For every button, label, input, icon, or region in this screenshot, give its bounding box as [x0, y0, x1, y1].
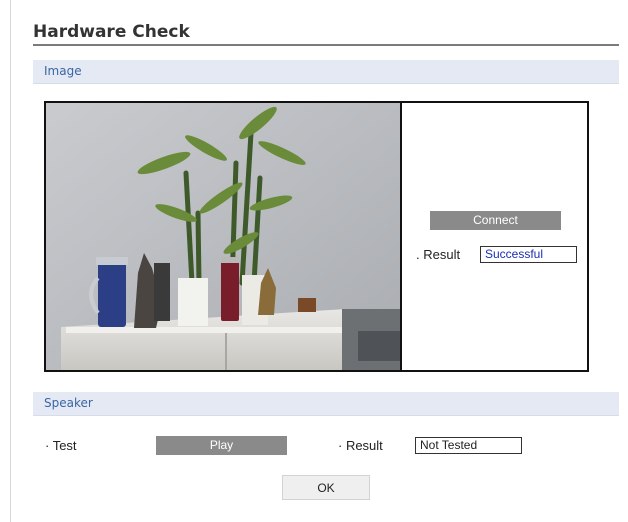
page-title: Hardware Check — [33, 22, 190, 42]
play-button[interactable]: Play — [156, 436, 287, 455]
image-section-title: Image — [44, 64, 82, 78]
ok-button[interactable]: OK — [282, 475, 370, 500]
speaker-section-header: Speaker — [33, 392, 619, 416]
page-frame-border — [10, 0, 11, 522]
camera-preview — [46, 103, 402, 370]
image-result-label: . Result — [416, 247, 461, 262]
image-result-value: Successful — [480, 246, 577, 263]
camera-feed-image — [46, 103, 400, 370]
image-panel: Connect . Result Successful — [44, 101, 589, 372]
speaker-section-title: Speaker — [44, 396, 93, 410]
speaker-result-value: Not Tested — [415, 437, 522, 454]
title-divider — [33, 44, 619, 46]
speaker-test-label: · Test — [45, 438, 77, 453]
image-section-header: Image — [33, 60, 619, 84]
connect-button[interactable]: Connect — [430, 211, 561, 230]
speaker-result-label: · Result — [338, 438, 383, 453]
